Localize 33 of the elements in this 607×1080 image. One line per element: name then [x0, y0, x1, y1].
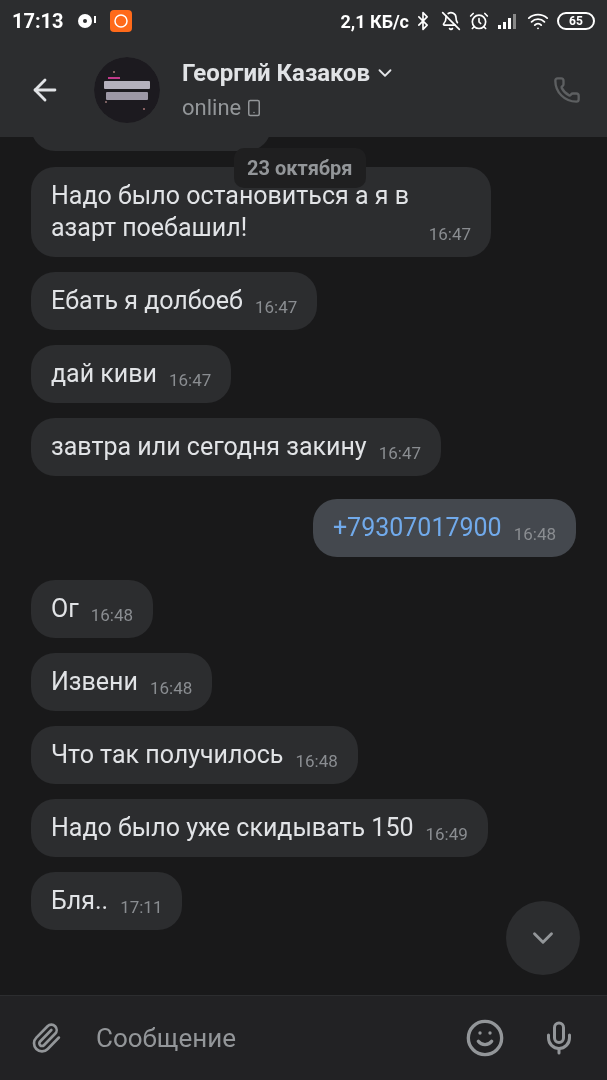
message-time: 16:47: [254, 297, 298, 317]
alarm-icon: [469, 11, 489, 31]
message-time: 16:47: [428, 224, 471, 244]
message-text: Ог: [51, 593, 79, 625]
message-text: Бля..: [51, 885, 109, 917]
date-badge: 23 октября: [234, 148, 366, 188]
contact-name[interactable]: Георгий Казаков: [182, 55, 371, 91]
emoji-icon[interactable]: [465, 1017, 505, 1058]
message-time: 16:47: [169, 370, 212, 390]
message-input[interactable]: Сообщение: [96, 1012, 465, 1063]
message-time: 16:48: [295, 751, 338, 771]
message-text: Что так получилось: [51, 739, 284, 771]
message-text: Надо было уже скидывать 150: [51, 812, 414, 844]
online-status: online: [182, 94, 242, 122]
clock: 17:13: [12, 8, 64, 35]
app-icon: [109, 10, 132, 32]
message-time: 16:48: [149, 678, 193, 698]
message-time: 16:48: [90, 605, 134, 625]
battery-level: 65: [569, 15, 583, 27]
message-time: 17:11: [120, 897, 163, 917]
message-text: Извени: [51, 666, 138, 698]
message-text: Ебать я долбоеб: [51, 285, 243, 317]
notification-icon: [75, 12, 98, 30]
bell-off-icon: [441, 11, 461, 31]
signal-icon: [497, 12, 519, 30]
message-time: 16:48: [513, 524, 556, 544]
message-time: 16:47: [378, 443, 422, 463]
message-time: 16:49: [425, 824, 468, 844]
attach-icon[interactable]: [30, 1021, 62, 1054]
message-text: завтра или сегодня закину: [51, 431, 367, 463]
message-text: дай киви: [51, 358, 157, 390]
network-speed: 2,1 КБ/с: [340, 9, 409, 34]
phone-link[interactable]: +79307017900: [332, 512, 502, 544]
